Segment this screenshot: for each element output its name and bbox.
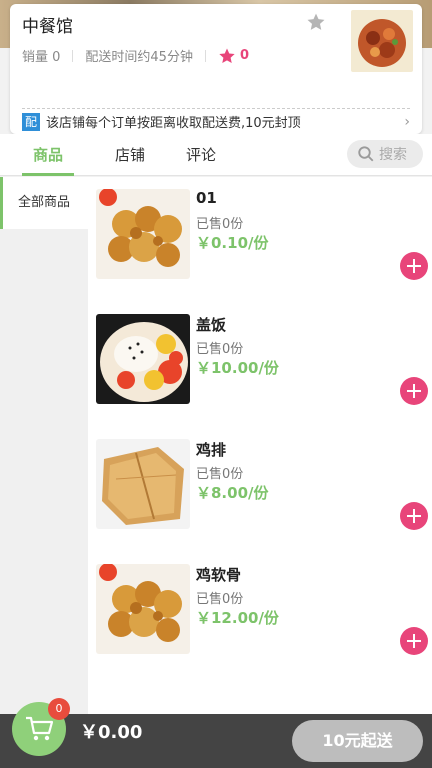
cart-total: ￥0.00	[80, 722, 143, 743]
product-sold: 已售0份	[196, 217, 244, 232]
product-item[interactable]: 鸡排 已售0份 ￥8.00/份	[88, 427, 432, 552]
product-image	[96, 439, 190, 529]
search-placeholder: 搜索	[379, 147, 407, 163]
product-name: 盖饭	[196, 316, 227, 334]
active-tab-indicator	[22, 173, 74, 176]
notice-tag: 配	[22, 112, 40, 131]
shop-name: 中餐馆	[22, 17, 73, 37]
favorite-star-icon[interactable]	[306, 12, 326, 32]
product-image	[96, 189, 190, 279]
chevron-right-icon: ›	[404, 113, 410, 130]
product-name: 鸡排	[196, 441, 227, 459]
add-to-cart-button[interactable]	[400, 252, 428, 280]
shop-meta: 销量 0 配送时间约45分钟 0	[22, 46, 249, 65]
product-item[interactable]: 盖饭 已售0份 ￥10.00/份	[88, 302, 432, 427]
tab-products[interactable]: 商品	[33, 144, 63, 165]
tab-shop[interactable]: 店铺	[115, 144, 145, 165]
add-to-cart-button[interactable]	[400, 627, 428, 655]
product-item[interactable]: 01 已售0份 ￥0.10/份	[88, 177, 432, 302]
product-list: 01 已售0份 ￥0.10/份 盖饭 已售0份 ￥10.00/份 鸡排 已售0份…	[88, 177, 432, 714]
product-name: 01	[196, 189, 217, 207]
delivery-notice[interactable]: 配 该店铺每个订单按距离收取配送费,10元封顶 ›	[22, 108, 410, 131]
product-sold: 已售0份	[196, 467, 244, 482]
divider	[72, 49, 74, 62]
product-price: ￥0.10/份	[196, 234, 269, 252]
category-sidebar: 全部商品	[0, 177, 88, 714]
product-name: 鸡软骨	[196, 566, 242, 584]
cart-count-badge: 0	[48, 698, 70, 720]
shopping-cart-icon	[26, 716, 54, 741]
shop-info-card: 中餐馆 销量 0 配送时间约45分钟 0 配 该店铺每个订单按距离收取配送费,1…	[10, 4, 422, 134]
delivery-time: 配送时间约45分钟	[85, 50, 193, 65]
product-price: ￥10.00/份	[196, 359, 279, 377]
product-image	[96, 564, 190, 654]
add-to-cart-button[interactable]	[400, 377, 428, 405]
product-image	[96, 314, 190, 404]
product-item[interactable]: 鸡软骨 已售0份 ￥12.00/份	[88, 552, 432, 677]
checkout-button[interactable]: 10元起送	[292, 720, 423, 762]
product-sold: 已售0份	[196, 592, 244, 607]
search-button[interactable]: 搜索	[347, 140, 423, 168]
shop-thumbnail	[351, 10, 413, 72]
search-icon	[358, 146, 374, 162]
product-price: ￥8.00/份	[196, 484, 269, 502]
category-all-products[interactable]: 全部商品	[0, 177, 88, 229]
tab-reviews[interactable]: 评论	[186, 144, 216, 165]
rating-value: 0	[239, 48, 249, 63]
add-to-cart-button[interactable]	[400, 502, 428, 530]
notice-text: 该店铺每个订单按距离收取配送费,10元封顶	[46, 116, 301, 131]
product-sold: 已售0份	[196, 342, 244, 357]
sales-count: 销量 0	[22, 50, 61, 65]
rating-star-icon	[219, 48, 235, 63]
product-price: ￥12.00/份	[196, 609, 279, 627]
tab-bar: 商品 店铺 评论 搜索	[0, 134, 432, 176]
divider	[204, 49, 206, 62]
